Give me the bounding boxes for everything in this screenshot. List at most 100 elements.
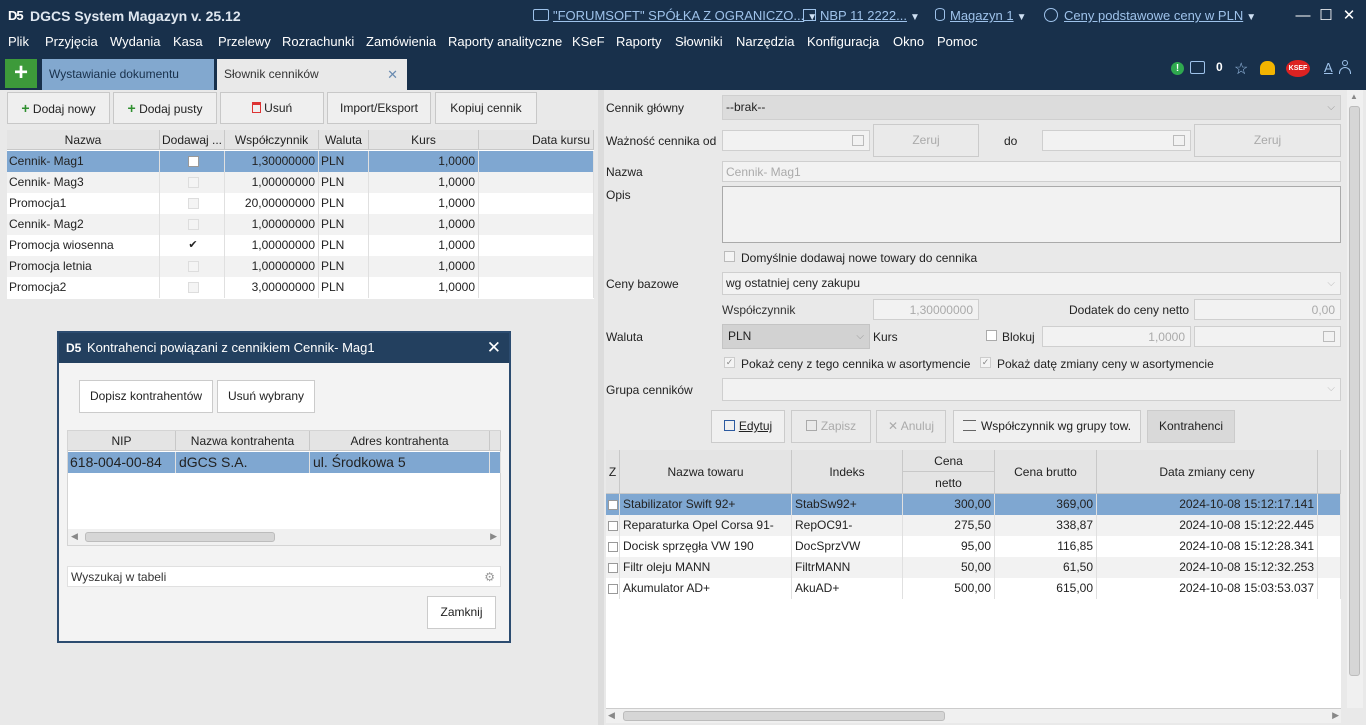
scroll-up-icon[interactable]: ▲	[1350, 92, 1358, 101]
alert-icon[interactable]: !	[1171, 62, 1184, 75]
col-header-kurs[interactable]: Kurs	[369, 130, 479, 150]
hscroll-thumb[interactable]	[623, 711, 945, 721]
monitor-icon[interactable]	[1190, 61, 1205, 74]
add-checkbox[interactable]	[187, 219, 199, 231]
currency-select[interactable]: PLN ⌵	[722, 324, 870, 349]
menu-konfiguracja[interactable]: Konfiguracja	[807, 34, 879, 49]
table-row[interactable]: Cennik- Mag2 1,00000000 PLN 1,0000	[7, 214, 594, 235]
vscroll-thumb[interactable]	[1349, 106, 1360, 676]
row-checkbox[interactable]	[607, 583, 618, 594]
add-checkbox[interactable]	[187, 177, 199, 189]
user-icon[interactable]	[1338, 60, 1352, 74]
col-header-indeks[interactable]: Indeks	[792, 450, 903, 494]
form-vscroll[interactable]: ▲	[1347, 90, 1363, 708]
col-header-data-kursu[interactable]: Data kursu	[479, 130, 594, 150]
pane-splitter[interactable]	[598, 90, 604, 725]
menu-okno[interactable]: Okno	[893, 34, 924, 49]
close-dialog-button[interactable]: Zamknij	[427, 596, 496, 629]
table-row[interactable]: Promocja1 20,00000000 PLN 1,0000	[7, 193, 594, 214]
add-checkbox[interactable]	[187, 261, 199, 273]
row-checkbox[interactable]	[607, 499, 618, 510]
validity-from-input[interactable]	[722, 130, 870, 151]
factor-input[interactable]: 1,30000000	[873, 299, 979, 320]
name-input[interactable]: Cennik- Mag1	[722, 161, 1341, 182]
remove-selected-button[interactable]: Usuń wybrany	[217, 380, 315, 413]
star-icon[interactable]: ☆	[1234, 59, 1248, 79]
group-select[interactable]: ⌵	[722, 378, 1341, 401]
minimize-icon[interactable]: —	[1293, 6, 1313, 26]
close-window-icon[interactable]: ✕	[1339, 6, 1359, 26]
price-selector[interactable]: Ceny podstawowe ceny w PLN ▼	[1044, 8, 1256, 23]
menu-raporty-analityczne[interactable]: Raporty analityczne	[448, 34, 562, 49]
table-row[interactable]: Cennik- Mag1 1,30000000 PLN 1,0000	[7, 151, 594, 172]
scroll-right-icon[interactable]: ▶	[490, 531, 497, 542]
cancel-button[interactable]: ✕ Anuluj	[876, 410, 946, 443]
settings-icon[interactable]: ⚙	[484, 567, 495, 586]
add-checkbox[interactable]	[187, 198, 199, 210]
menu-kasa[interactable]: Kasa	[173, 34, 203, 49]
menu-przelewy[interactable]: Przelewy	[218, 34, 271, 49]
add-empty-button[interactable]: + Dodaj pusty	[113, 92, 217, 124]
show-date-checkbox[interactable]: ✓	[980, 357, 991, 368]
hscroll-thumb[interactable]	[85, 532, 275, 542]
table-row[interactable]: Promocja wiosenna ✔ 1,00000000 PLN 1,0000	[7, 235, 594, 256]
addition-input[interactable]: 0,00	[1194, 299, 1341, 320]
show-prices-checkbox[interactable]: ✓	[724, 357, 735, 368]
contractors-button[interactable]: Kontrahenci	[1147, 410, 1235, 443]
col-header-data-zmiany[interactable]: Data zmiany ceny	[1097, 450, 1318, 494]
add-contractors-button[interactable]: Dopisz kontrahentów	[79, 380, 213, 413]
scroll-left-icon[interactable]: ◀	[71, 531, 78, 542]
table-row[interactable]: Akumulator AD+ AkuAD+ 500,00 615,00 2024-10-…	[606, 578, 1341, 599]
col-header-netto[interactable]: netto	[903, 472, 995, 494]
menu-wydania[interactable]: Wydania	[110, 34, 160, 49]
save-button[interactable]: Zapisz	[791, 410, 871, 443]
dialog-hscroll[interactable]: ◀ ▶	[68, 529, 500, 545]
factor-by-group-button[interactable]: Współczynnik wg grupy tow.	[953, 410, 1141, 443]
close-tab-icon[interactable]: ✕	[387, 59, 398, 90]
menu-zamowienia[interactable]: Zamówienia	[366, 34, 436, 49]
row-checkbox[interactable]	[607, 562, 618, 573]
scroll-right-icon[interactable]: ▶	[1332, 710, 1339, 721]
main-pricelist-select[interactable]: --brak-- ⌵	[722, 95, 1341, 120]
col-header-dodawaj[interactable]: Dodawaj ...	[160, 130, 225, 150]
add-checkbox[interactable]	[187, 156, 199, 168]
clear-from-button[interactable]: Zeruj	[873, 124, 979, 157]
menu-plik[interactable]: Plik	[8, 34, 29, 49]
add-checkbox[interactable]	[187, 282, 199, 294]
table-search-input[interactable]: Wyszukaj w tabeli ⚙	[67, 566, 501, 587]
col-header-wspolczynnik[interactable]: Współczynnik	[225, 130, 319, 150]
col-header-nazwa-towaru[interactable]: Nazwa towaru	[620, 450, 792, 494]
table-row[interactable]: Promocja letnia 1,00000000 PLN 1,0000	[7, 256, 594, 277]
ksef-icon[interactable]: KSEF	[1286, 60, 1310, 77]
warehouse-selector[interactable]: Magazyn 1 ▼	[935, 8, 1027, 23]
col-header-cena[interactable]: Cena	[903, 450, 995, 472]
tab-slownik-cennikow[interactable]: Słownik cenników ✕	[217, 59, 407, 90]
col-header-adres[interactable]: Adres kontrahenta	[310, 431, 490, 451]
table-row[interactable]: Reparaturka Opel Corsa 91- RepOC91- 275,50…	[606, 515, 1341, 536]
table-row[interactable]: Filtr oleju MANN FiltrMANN 50,00 61,50 2024-…	[606, 557, 1341, 578]
table-row[interactable]: Docisk sprzęgła VW 190 DocSprzVW 95,00 116,…	[606, 536, 1341, 557]
table-row[interactable]: Cennik- Mag3 1,00000000 PLN 1,0000	[7, 172, 594, 193]
delete-button[interactable]: Usuń	[220, 92, 324, 124]
edit-button[interactable]: Edytuj	[711, 410, 785, 443]
menu-rozrachunki[interactable]: Rozrachunki	[282, 34, 354, 49]
copy-pricelist-button[interactable]: Kopiuj cennik	[435, 92, 537, 124]
validity-to-input[interactable]	[1042, 130, 1191, 151]
menu-narzedzia[interactable]: Narzędzia	[736, 34, 795, 49]
font-size-icon[interactable]: A	[1324, 60, 1333, 75]
menu-slowniki[interactable]: Słowniki	[675, 34, 723, 49]
maximize-icon[interactable]: ☐	[1316, 6, 1336, 26]
table-row[interactable]: 618-004-00-84 dGCS S.A. ul. Środkowa 5	[68, 452, 501, 473]
products-hscroll[interactable]: ◀ ▶	[606, 708, 1341, 723]
col-header-nip[interactable]: NIP	[68, 431, 176, 451]
menu-pomoc[interactable]: Pomoc	[937, 34, 977, 49]
table-row[interactable]: Promocja2 3,00000000 PLN 1,0000	[7, 277, 594, 298]
company-selector[interactable]: "FORUMSOFT" SPÓŁKA Z OGRANICZO... ▼	[533, 8, 817, 23]
base-prices-select[interactable]: wg ostatniej ceny zakupu ⌵	[722, 272, 1341, 295]
col-header-nazwa-kontrahenta[interactable]: Nazwa kontrahenta	[176, 431, 310, 451]
row-checkbox[interactable]	[607, 520, 618, 531]
description-textarea[interactable]	[722, 186, 1341, 243]
menu-raporty[interactable]: Raporty	[616, 34, 662, 49]
rate-input[interactable]: 1,0000	[1042, 326, 1191, 347]
add-new-button[interactable]: + Dodaj nowy	[7, 92, 110, 124]
